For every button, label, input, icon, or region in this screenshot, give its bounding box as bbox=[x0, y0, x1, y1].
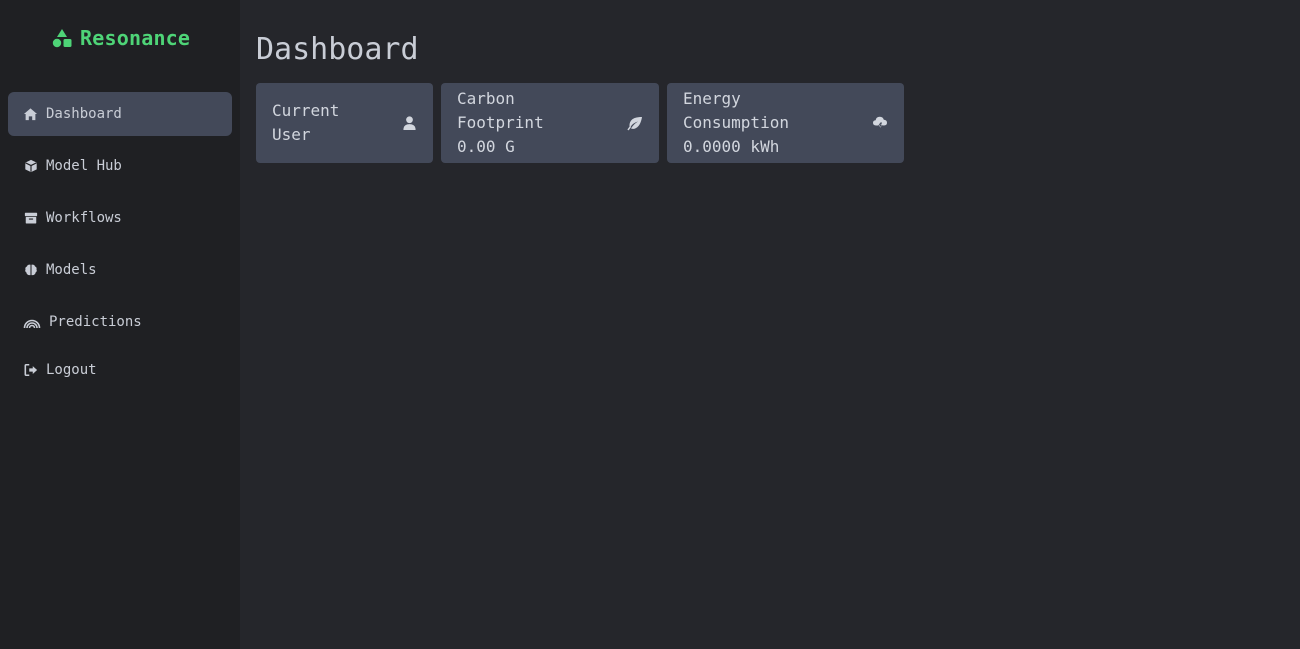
card-text: Current User bbox=[272, 99, 385, 147]
brand-name: Resonance bbox=[80, 26, 191, 50]
app: Resonance Dashboard Model Hub Workflows bbox=[0, 0, 1300, 649]
cloud-bolt-icon bbox=[872, 115, 888, 131]
card-value: 0.0000 kWh bbox=[683, 137, 780, 156]
cube-icon bbox=[23, 159, 38, 174]
archive-icon bbox=[23, 211, 38, 226]
user-icon bbox=[401, 115, 417, 131]
sidebar-item-models[interactable]: Models bbox=[8, 248, 232, 292]
shapes-logo-icon bbox=[52, 28, 72, 48]
sidebar-item-label: Logout bbox=[46, 362, 97, 378]
sidebar-item-dashboard[interactable]: Dashboard bbox=[8, 92, 232, 136]
card-label: Energy Consumption bbox=[683, 89, 789, 132]
main-content: Dashboard Current User Carbon Footprint … bbox=[240, 0, 1300, 649]
sidebar-item-label: Predictions bbox=[49, 314, 142, 330]
current-user-card[interactable]: Current User bbox=[256, 83, 433, 163]
brand[interactable]: Resonance bbox=[52, 26, 190, 50]
sidebar-item-logout[interactable]: Logout bbox=[8, 348, 232, 392]
card-text: Energy Consumption 0.0000 kWh bbox=[683, 87, 856, 159]
card-label: Current User bbox=[272, 101, 340, 144]
carbon-footprint-card[interactable]: Carbon Footprint 0.00 G bbox=[441, 83, 659, 163]
page-title: Dashboard bbox=[256, 32, 419, 67]
card-label: Carbon Footprint bbox=[457, 89, 544, 132]
sidebar-item-label: Models bbox=[46, 262, 97, 278]
leaf-icon bbox=[627, 115, 643, 131]
sidebar-item-model-hub[interactable]: Model Hub bbox=[8, 144, 232, 188]
sidebar-item-label: Model Hub bbox=[46, 158, 122, 174]
sidebar-item-predictions[interactable]: Predictions bbox=[8, 300, 232, 344]
home-icon bbox=[23, 107, 38, 122]
energy-consumption-card[interactable]: Energy Consumption 0.0000 kWh bbox=[667, 83, 904, 163]
sidebar-item-label: Workflows bbox=[46, 210, 122, 226]
card-text: Carbon Footprint 0.00 G bbox=[457, 87, 611, 159]
card-value: 0.00 G bbox=[457, 137, 515, 156]
sidebar-nav: Dashboard Model Hub Workflows Models Pre… bbox=[8, 92, 232, 400]
sidebar: Resonance Dashboard Model Hub Workflows bbox=[0, 0, 240, 649]
brain-icon bbox=[23, 263, 38, 278]
sidebar-item-workflows[interactable]: Workflows bbox=[8, 196, 232, 240]
stats-cards: Current User Carbon Footprint 0.00 G Ene… bbox=[256, 83, 1284, 163]
sidebar-item-label: Dashboard bbox=[46, 106, 122, 122]
rainbow-icon bbox=[23, 315, 41, 330]
logout-icon bbox=[23, 363, 38, 378]
